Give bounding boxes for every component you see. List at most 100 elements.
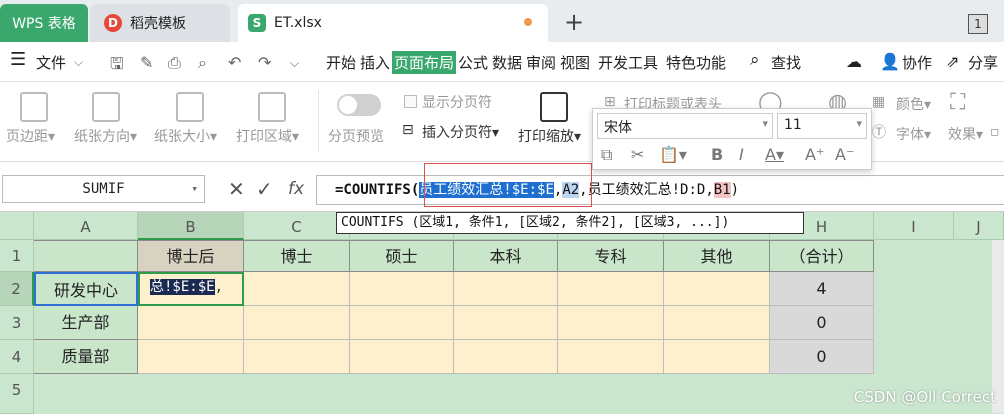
col-header-j[interactable]: J [954,212,1004,240]
cell-c4[interactable] [244,340,350,374]
insert-page-break-button[interactable]: 插入分页符▾ [422,122,499,142]
cell-a2[interactable]: 研发中心 [34,272,138,306]
menu-insert[interactable]: 插入 [360,52,390,73]
cell-b3[interactable] [138,306,244,340]
cell-f2[interactable] [558,272,664,306]
redo-icon[interactable]: ↷ [258,53,271,72]
cell-c2[interactable] [244,272,350,306]
cell-a4[interactable]: 质量部 [34,340,138,374]
row-header-5[interactable]: 5 [0,374,34,414]
col-header-b[interactable]: B [138,212,244,240]
copy-icon[interactable]: ⧉ [601,145,612,165]
col-header-a[interactable]: A [34,212,138,240]
cell-e2[interactable] [454,272,558,306]
cell-h1[interactable]: （合计） [770,240,874,272]
tab-template[interactable]: D 稻壳模板 [90,4,230,42]
row-header-4[interactable]: 4 [0,340,34,374]
row-header-2[interactable]: 2 [0,272,34,306]
undo-icon[interactable]: ↶ [228,53,241,72]
menu-review[interactable]: 审阅 [526,52,556,73]
orientation-button[interactable]: 纸张方向▾ [74,126,137,146]
row-header-3[interactable]: 3 [0,306,34,340]
bold-icon[interactable]: B [711,145,723,164]
menu-special[interactable]: 特色功能 [666,52,726,73]
cell-e3[interactable] [454,306,558,340]
share-icon[interactable]: ⇗ [946,52,959,71]
cell-a3[interactable]: 生产部 [34,306,138,340]
collab-label[interactable]: 协作 [902,52,932,73]
menu-formula[interactable]: 公式 [458,52,488,73]
print-area-button[interactable]: 打印区域▾ [236,126,299,146]
cell-c1[interactable]: 博士 [244,240,350,272]
cell-d3[interactable] [350,306,454,340]
cell-e1[interactable]: 本科 [454,240,558,272]
cell-g4[interactable] [664,340,770,374]
effect-button[interactable]: 效果▾ [948,124,983,144]
cell-g3[interactable] [664,306,770,340]
cell-f3[interactable] [558,306,664,340]
font-name-select[interactable]: 宋体 ▾ [597,113,773,139]
cell-f1[interactable]: 专科 [558,240,664,272]
save-icon[interactable]: 🖫 [110,53,124,80]
cell-d1[interactable]: 硕士 [350,240,454,272]
cell-g1[interactable]: 其他 [664,240,770,272]
cell-a1[interactable] [34,240,138,272]
fx-icon[interactable]: fx [288,179,304,199]
cell-d2[interactable] [350,272,454,306]
name-box[interactable]: SUMIF ▾ [2,175,205,203]
cell-h4[interactable]: 0 [770,340,874,374]
cell-c3[interactable] [244,306,350,340]
increase-font-icon[interactable]: A⁺ [805,145,824,164]
show-page-break-checkbox[interactable] [404,95,417,108]
menu-file[interactable]: 文件 [36,52,66,73]
search-icon[interactable]: ⌕ [750,50,760,70]
page-break-preview-toggle[interactable] [337,94,381,116]
cancel-icon[interactable]: ✕ [228,177,245,201]
decrease-font-icon[interactable]: A⁻ [835,145,854,164]
font-color-icon[interactable]: A▾ [765,145,784,164]
print-scale-button[interactable]: 打印缩放▾ [518,126,581,146]
paste-icon[interactable]: 📋▾ [659,145,687,164]
chevron-down-icon[interactable]: ⌵ [74,55,83,70]
cell-b1[interactable]: 博士后 [138,240,244,272]
menu-data[interactable]: 数据 [492,52,522,73]
font-size-select[interactable]: 11 ▾ [777,113,867,139]
cell-e4[interactable] [454,340,558,374]
col-header-c[interactable]: C [244,212,350,240]
print-preview-icon[interactable]: ⌕ [198,53,207,73]
font-theme-button[interactable]: 字体▾ [896,124,931,144]
confirm-icon[interactable]: ✓ [256,177,273,201]
cell-d4[interactable] [350,340,454,374]
menu-developer[interactable]: 开发工具 [598,52,658,73]
search-label[interactable]: 查找 [771,52,801,73]
window-count-badge[interactable]: 1 [968,14,988,34]
cell-h2[interactable]: 4 [770,272,874,306]
italic-icon[interactable]: I [739,145,744,164]
more-icon[interactable]: ▫ [990,124,1000,140]
more-chevron-icon[interactable]: ⌵ [290,56,299,71]
select-all-corner[interactable] [0,212,34,240]
tab-wps-sheets[interactable]: WPS 表格 [0,4,88,42]
cell-f4[interactable] [558,340,664,374]
new-tab-icon[interactable]: + [564,8,584,36]
color-button[interactable]: 颜色▾ [896,94,931,114]
menu-page-layout[interactable]: 页面布局 [392,51,457,74]
menu-view[interactable]: 视图 [560,52,590,73]
col-header-i[interactable]: I [874,212,954,240]
menu-home[interactable]: 开始 [326,52,356,73]
user-icon[interactable]: 👤 [880,52,900,71]
cell-h3[interactable]: 0 [770,306,874,340]
format-painter-icon[interactable]: ✎ [140,53,153,72]
tab-document[interactable]: S ET.xlsx [238,4,548,42]
cut-icon[interactable]: ✂ [631,145,644,164]
formula-input[interactable]: =COUNTIFS(员工绩效汇总!$E:$E,A2,员工绩效汇总!D:D,B1) [316,175,1004,205]
share-label[interactable]: 分享 [968,52,998,73]
paper-size-button[interactable]: 纸张大小▾ [154,126,217,146]
row-header-1[interactable]: 1 [0,240,34,272]
active-cell-b2-editor[interactable]: 总!$E:$E, [138,272,244,306]
cell-g2[interactable] [664,272,770,306]
cloud-sync-icon[interactable]: ☁ [846,52,862,71]
cell-b4[interactable] [138,340,244,374]
print-icon[interactable]: ⎙ [168,53,181,73]
hamburger-icon[interactable]: ☰ [10,49,26,70]
